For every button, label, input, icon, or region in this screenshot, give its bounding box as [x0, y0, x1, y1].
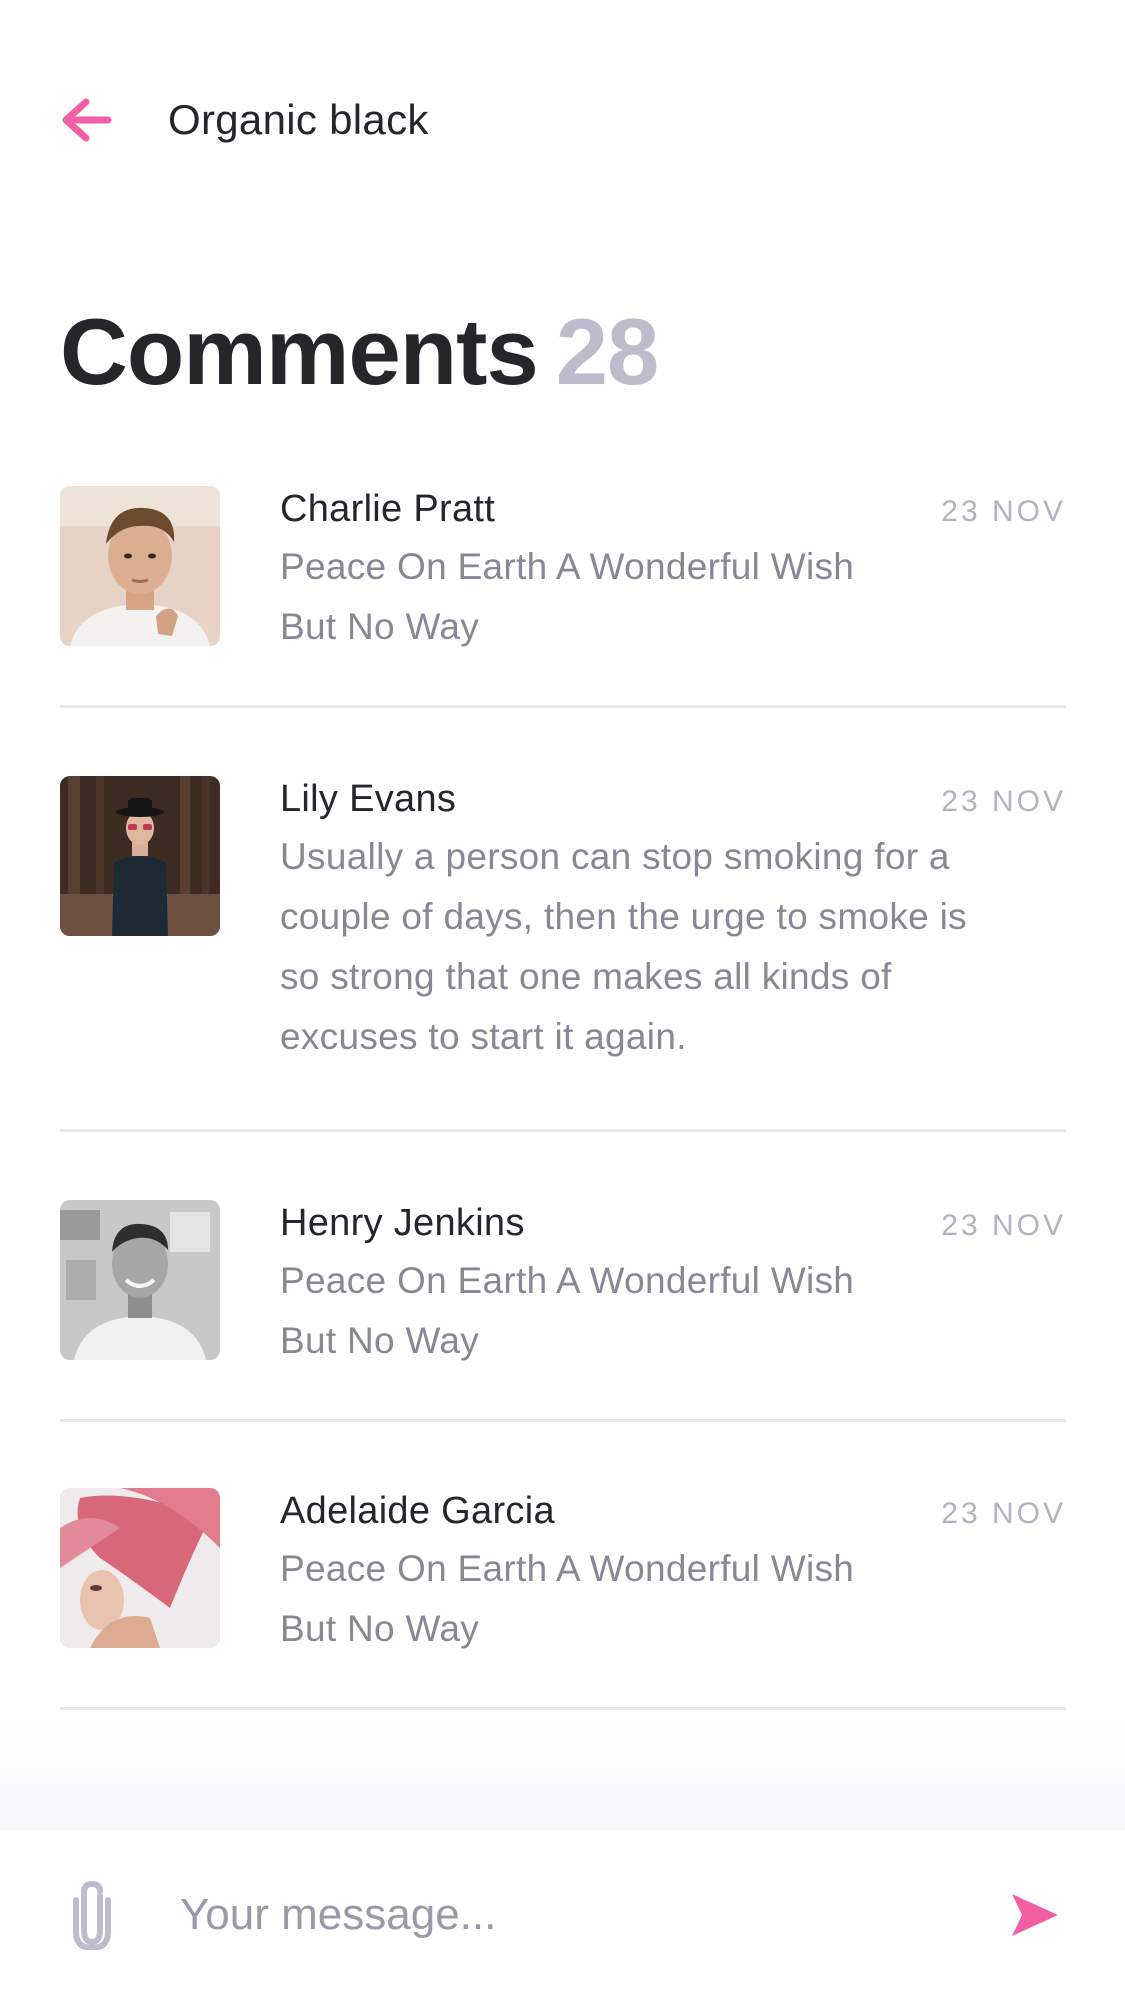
comments-count: 28 [555, 299, 660, 404]
avatar[interactable] [60, 1488, 220, 1648]
comment-author[interactable]: Lily Evans [280, 778, 456, 821]
avatar[interactable] [60, 776, 220, 936]
comment-text: Peace On Earth A Wonderful Wish But No W… [280, 1539, 1066, 1659]
comment-date: 23 NOV [941, 1209, 1066, 1242]
comment-text-line: Peace On Earth A Wonderful Wish [280, 546, 855, 587]
comment-text-line: Usually a person can stop smoking for a [280, 836, 950, 877]
message-composer [0, 1830, 1125, 2001]
comment-text-line: But No Way [280, 1608, 480, 1649]
comment-text-line: Peace On Earth A Wonderful Wish [280, 1260, 855, 1301]
comment-date: 23 NOV [941, 785, 1066, 818]
comment-author[interactable]: Adelaide Garcia [280, 1490, 555, 1533]
comment-text: Peace On Earth A Wonderful Wish But No W… [280, 1251, 1066, 1371]
comments-screen: Organic black Comments 28 Charlie Pratt … [0, 0, 1125, 2001]
comments-heading: Comments 28 [60, 299, 660, 404]
paperclip-icon [73, 1880, 111, 1952]
comment-text-line: Peace On Earth A Wonderful Wish [280, 1548, 855, 1589]
comments-list: Charlie Pratt 23 NOV Peace On Earth A Wo… [60, 486, 1066, 1710]
arrow-left-icon [62, 98, 112, 142]
comment-body: Charlie Pratt 23 NOV Peace On Earth A Wo… [280, 486, 1066, 705]
comment-body: Henry Jenkins 23 NOV Peace On Earth A Wo… [280, 1200, 1066, 1419]
comment-author[interactable]: Charlie Pratt [280, 488, 495, 531]
comment-header: Henry Jenkins 23 NOV [280, 1200, 1066, 1245]
comment-body: Lily Evans 23 NOV Usually a person can s… [280, 776, 1066, 1129]
comment-author[interactable]: Henry Jenkins [280, 1202, 525, 1245]
avatar-image [60, 1200, 220, 1360]
send-icon [1012, 1894, 1058, 1936]
comment-date: 23 NOV [941, 495, 1066, 528]
send-button[interactable] [1008, 1888, 1062, 1942]
comment-text: Peace On Earth A Wonderful Wish But No W… [280, 537, 1066, 657]
message-input[interactable] [180, 1882, 940, 1948]
comment-text-line: But No Way [280, 606, 480, 647]
comment-text-line: excuses to start it again. [280, 1016, 687, 1057]
comment-item[interactable]: Henry Jenkins 23 NOV Peace On Earth A Wo… [60, 1132, 1066, 1422]
comment-item[interactable]: Adelaide Garcia 23 NOV Peace On Earth A … [60, 1422, 1066, 1710]
comment-text-line: But No Way [280, 1320, 480, 1361]
avatar[interactable] [60, 1200, 220, 1360]
comment-header: Charlie Pratt 23 NOV [280, 486, 1066, 531]
comment-body: Adelaide Garcia 23 NOV Peace On Earth A … [280, 1488, 1066, 1707]
avatar-image [60, 486, 220, 646]
back-button[interactable] [60, 88, 120, 152]
top-bar: Organic black [60, 88, 429, 152]
avatar-image [60, 1488, 220, 1648]
comment-header: Lily Evans 23 NOV [280, 776, 1066, 821]
avatar-image [60, 776, 220, 936]
comment-date: 23 NOV [941, 1497, 1066, 1530]
page-title: Organic black [168, 96, 429, 143]
comment-text: Usually a person can stop smoking for a … [280, 827, 1066, 1067]
comment-text-line: so strong that one makes all kinds of [280, 956, 892, 997]
comment-item[interactable]: Lily Evans 23 NOV Usually a person can s… [60, 708, 1066, 1132]
avatar[interactable] [60, 486, 220, 646]
comment-item[interactable]: Charlie Pratt 23 NOV Peace On Earth A Wo… [60, 486, 1066, 708]
comments-heading-label: Comments [60, 299, 539, 404]
comment-header: Adelaide Garcia 23 NOV [280, 1488, 1066, 1533]
attach-button[interactable] [66, 1880, 118, 1952]
comment-text-line: couple of days, then the urge to smoke i… [280, 896, 967, 937]
